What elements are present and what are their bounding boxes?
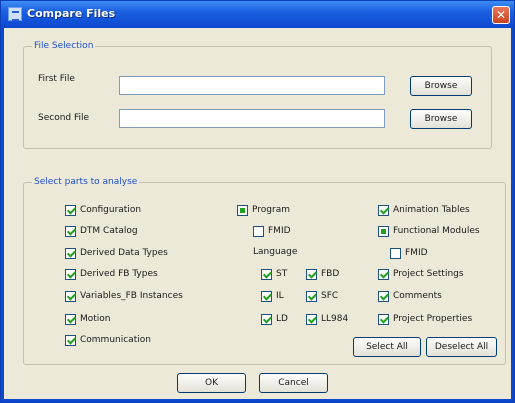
window-title: Compare Files [27,7,116,20]
first-file-input[interactable] [119,76,385,95]
second-file-input[interactable] [119,109,385,128]
window-border-right [511,28,514,402]
checkbox-label: ST [276,269,288,279]
checkbox-label: LD [276,314,288,324]
file-selection-group: File Selection [23,41,492,149]
second-file-browse-button[interactable]: Browse [410,109,472,129]
checkbox-label: Communication [80,335,151,345]
ok-button[interactable]: OK [177,373,246,393]
checkbox-box [378,226,389,237]
checkbox-label: Program [252,205,290,215]
select-parts-legend: Select parts to analyse [32,177,140,187]
app-icon [8,7,22,21]
window-border-bottom [1,399,514,402]
checkbox-box [253,226,264,237]
checkbox-box [378,205,389,216]
checkbox-label: Motion [80,314,111,324]
checkbox-box [378,314,389,325]
checkbox-label: Project Properties [393,314,473,324]
window-border-left [1,28,4,402]
checkbox-label: SFC [321,291,339,301]
deselect-all-button[interactable]: Deselect All [426,337,497,357]
checkbox-box [378,269,389,280]
checkbox-box [237,205,248,216]
checkbox-label: FMID [405,248,428,258]
checkbox-box [65,269,76,280]
file-selection-legend: File Selection [32,41,96,51]
checkbox-box [261,269,272,280]
checkbox-box [306,269,317,280]
checkbox-box [65,248,76,259]
checkbox-label: Animation Tables [393,205,470,215]
checkbox-label: FBD [321,269,340,279]
checkbox-box [390,248,401,259]
checkbox-label: Variables_FB Instances [80,291,183,301]
checkbox-box [65,205,76,216]
checkbox-label: Functional Modules [393,226,480,236]
checkbox-box [378,291,389,302]
checkbox-box [261,314,272,325]
checkbox-label: Configuration [80,205,142,215]
checkbox-box [65,291,76,302]
first-file-browse-button[interactable]: Browse [410,76,472,96]
checkbox-label: Project Settings [393,269,464,279]
checkbox-label: FMID [268,226,291,236]
language-label: Language [253,247,298,257]
checkbox-box [65,314,76,325]
second-file-label: Second File [38,113,90,123]
checkbox-box [306,314,317,325]
checkbox-box [306,291,317,302]
checkbox-label: Derived FB Types [80,269,158,279]
checkbox-box [65,226,76,237]
checkbox-label: DTM Catalog [80,226,138,236]
cancel-button[interactable]: Cancel [259,373,328,393]
checkbox-label: IL [276,291,284,301]
checkbox-box [261,291,272,302]
checkbox-label: Comments [393,291,442,301]
title-bar[interactable]: Compare Files ✕ [1,1,514,28]
close-button[interactable]: ✕ [492,6,510,24]
select-all-button[interactable]: Select All [353,337,421,357]
checkbox-label: LL984 [321,314,349,324]
first-file-label: First File [38,74,75,84]
compare-files-dialog: Compare Files ✕ File Selection First Fil… [0,0,515,403]
checkbox-box [65,335,76,346]
checkbox-label: Derived Data Types [80,248,168,258]
